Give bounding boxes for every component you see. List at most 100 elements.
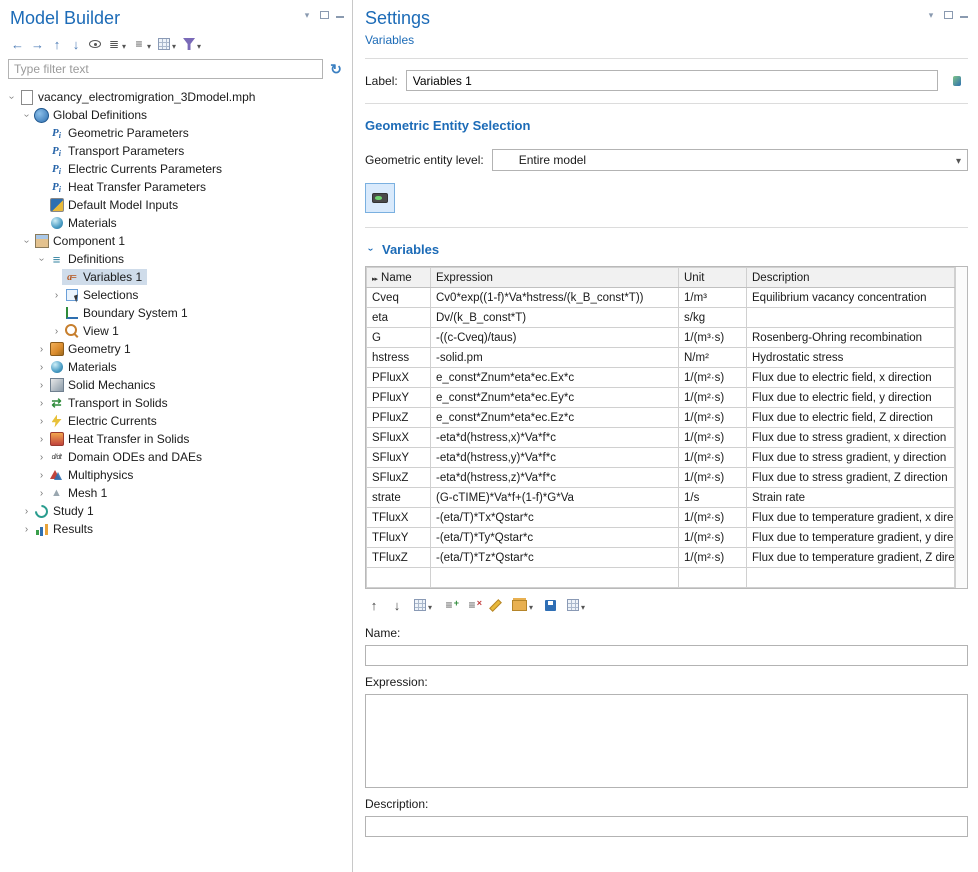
chevron-right-icon[interactable]: ›: [36, 452, 47, 463]
filter-input[interactable]: [8, 59, 323, 79]
model-tree-nodes-button[interactable]: [155, 34, 179, 54]
tree-item-boundary-system-1[interactable]: Boundary System 1: [4, 304, 352, 322]
refresh-button[interactable]: [328, 62, 344, 77]
cell-unit[interactable]: 1/s: [679, 488, 747, 508]
tree-item-variables-1[interactable]: Variables 1: [4, 268, 352, 286]
chevron-right-icon[interactable]: ›: [21, 506, 32, 517]
tree-item-materials[interactable]: ›Materials: [4, 358, 352, 376]
expression-input[interactable]: [365, 694, 968, 788]
chevron-right-icon[interactable]: ›: [36, 434, 47, 445]
cell-description[interactable]: Flux due to stress gradient, y direction: [747, 448, 955, 468]
cell-expression[interactable]: Cv0*exp((1-f)*Va*hstress/(k_B_const*T)): [431, 288, 679, 308]
load-file-button[interactable]: [509, 595, 536, 615]
cell-description[interactable]: Hydrostatic stress: [747, 348, 955, 368]
chevron-right-icon[interactable]: ›: [36, 362, 47, 373]
table-grid-button[interactable]: [411, 595, 435, 615]
cell-expression[interactable]: -(eta/T)*Tx*Qstar*c: [431, 508, 679, 528]
chevron-down-icon[interactable]: ›: [6, 92, 17, 103]
cell-name[interactable]: TFluxZ: [367, 548, 431, 568]
tree-item-transport-in-solids[interactable]: ›Transport in Solids: [4, 394, 352, 412]
cell-expression[interactable]: -(eta/T)*Ty*Qstar*c: [431, 528, 679, 548]
chevron-right-icon[interactable]: ›: [51, 290, 62, 301]
float-icon[interactable]: [944, 11, 953, 19]
arrow-up-button[interactable]: [48, 34, 66, 54]
name-input[interactable]: [365, 645, 968, 666]
add-row-button[interactable]: [440, 595, 458, 615]
tree-item-solid-mechanics[interactable]: ›Solid Mechanics: [4, 376, 352, 394]
cell-expression[interactable]: Dv/(k_B_const*T): [431, 308, 679, 328]
cell-expression[interactable]: -eta*d(hstress,x)*Va*f*c: [431, 428, 679, 448]
cell-expression[interactable]: [431, 568, 679, 588]
cell-name[interactable]: strate: [367, 488, 431, 508]
description-input[interactable]: [365, 816, 968, 837]
cell-name[interactable]: eta: [367, 308, 431, 328]
cell-unit[interactable]: s/kg: [679, 308, 747, 328]
cell-name[interactable]: PFluxZ: [367, 408, 431, 428]
arrow-down-button[interactable]: [67, 34, 85, 54]
chevron-right-icon[interactable]: ›: [21, 524, 32, 535]
cell-description[interactable]: Rosenberg-Ohring recombination: [747, 328, 955, 348]
collapse-tree-button[interactable]: [130, 34, 154, 54]
cell-unit[interactable]: 1/(m²·s): [679, 508, 747, 528]
cell-expression[interactable]: -(eta/T)*Tz*Qstar*c: [431, 548, 679, 568]
tree-item-component-1[interactable]: ›Component 1: [4, 232, 352, 250]
rename-button[interactable]: [946, 70, 968, 91]
tree-item-multiphysics[interactable]: ›Multiphysics: [4, 466, 352, 484]
cell-unit[interactable]: 1/(m²·s): [679, 468, 747, 488]
chevron-down-icon[interactable]: ›: [21, 110, 32, 121]
cell-description[interactable]: Flux due to stress gradient, x direction: [747, 428, 955, 448]
cell-name[interactable]: SFluxX: [367, 428, 431, 448]
cell-name[interactable]: SFluxZ: [367, 468, 431, 488]
arrow-right-button[interactable]: [28, 34, 47, 54]
variables-section-header[interactable]: › Variables: [365, 242, 968, 257]
table-scrollbar[interactable]: [955, 267, 967, 588]
tree-item-geometric-parameters[interactable]: Geometric Parameters: [4, 124, 352, 142]
active-selection-toggle-button[interactable]: [365, 183, 395, 213]
panel-menu-icon[interactable]: [301, 10, 313, 20]
tree-item-electric-currents[interactable]: ›Electric Currents: [4, 412, 352, 430]
cell-unit[interactable]: 1/(m²·s): [679, 428, 747, 448]
chevron-right-icon[interactable]: ›: [36, 380, 47, 391]
tree-item-results[interactable]: ›Results: [4, 520, 352, 538]
chevron-down-icon[interactable]: ›: [36, 254, 47, 265]
cell-description[interactable]: Flux due to electric field, Z direction: [747, 408, 955, 428]
column-header-unit[interactable]: Unit: [679, 268, 747, 288]
tree-item-mesh-1[interactable]: ›Mesh 1: [4, 484, 352, 502]
cell-description[interactable]: Strain rate: [747, 488, 955, 508]
cell-unit[interactable]: 1/(m²·s): [679, 388, 747, 408]
cell-expression[interactable]: e_const*Znum*eta*ec.Ey*c: [431, 388, 679, 408]
move-down-button[interactable]: [388, 595, 406, 615]
settings-subtitle[interactable]: Variables: [365, 33, 968, 47]
cell-description[interactable]: Flux due to stress gradient, Z direction: [747, 468, 955, 488]
tree-item-definitions[interactable]: ›Definitions: [4, 250, 352, 268]
cell-expression[interactable]: -eta*d(hstress,z)*Va*f*c: [431, 468, 679, 488]
cell-unit[interactable]: N/m²: [679, 348, 747, 368]
tree-item-view-1[interactable]: ›View 1: [4, 322, 352, 340]
minimize-icon[interactable]: [336, 13, 344, 18]
minimize-icon[interactable]: [960, 13, 968, 18]
save-file-button[interactable]: [541, 595, 559, 615]
tree-item-default-model-inputs[interactable]: Default Model Inputs: [4, 196, 352, 214]
cell-name[interactable]: SFluxY: [367, 448, 431, 468]
tree-item-vacancy-electromigration-3dmodel-mph[interactable]: ›vacancy_electromigration_3Dmodel.mph: [4, 88, 352, 106]
tree-item-geometry-1[interactable]: ›Geometry 1: [4, 340, 352, 358]
tree-item-study-1[interactable]: ›Study 1: [4, 502, 352, 520]
move-up-button[interactable]: [365, 595, 383, 615]
tree-item-heat-transfer-in-solids[interactable]: ›Heat Transfer in Solids: [4, 430, 352, 448]
cell-expression[interactable]: e_const*Znum*eta*ec.Ex*c: [431, 368, 679, 388]
cell-description[interactable]: [747, 568, 955, 588]
cell-unit[interactable]: 1/(m²·s): [679, 528, 747, 548]
cell-unit[interactable]: 1/(m²·s): [679, 448, 747, 468]
cell-name[interactable]: PFluxX: [367, 368, 431, 388]
column-header-expression[interactable]: Expression: [431, 268, 679, 288]
chevron-down-icon[interactable]: ›: [21, 236, 32, 247]
cell-name[interactable]: TFluxY: [367, 528, 431, 548]
cell-expression[interactable]: (G-cTIME)*Va*f+(1-f)*G*Va: [431, 488, 679, 508]
delete-row-button[interactable]: [463, 595, 481, 615]
cell-name[interactable]: hstress: [367, 348, 431, 368]
chevron-right-icon[interactable]: ›: [36, 488, 47, 499]
cell-name[interactable]: Cveq: [367, 288, 431, 308]
geometric-entity-level-select[interactable]: Entire model: [492, 149, 968, 171]
chevron-right-icon[interactable]: ›: [36, 398, 47, 409]
chevron-right-icon[interactable]: ›: [36, 416, 47, 427]
